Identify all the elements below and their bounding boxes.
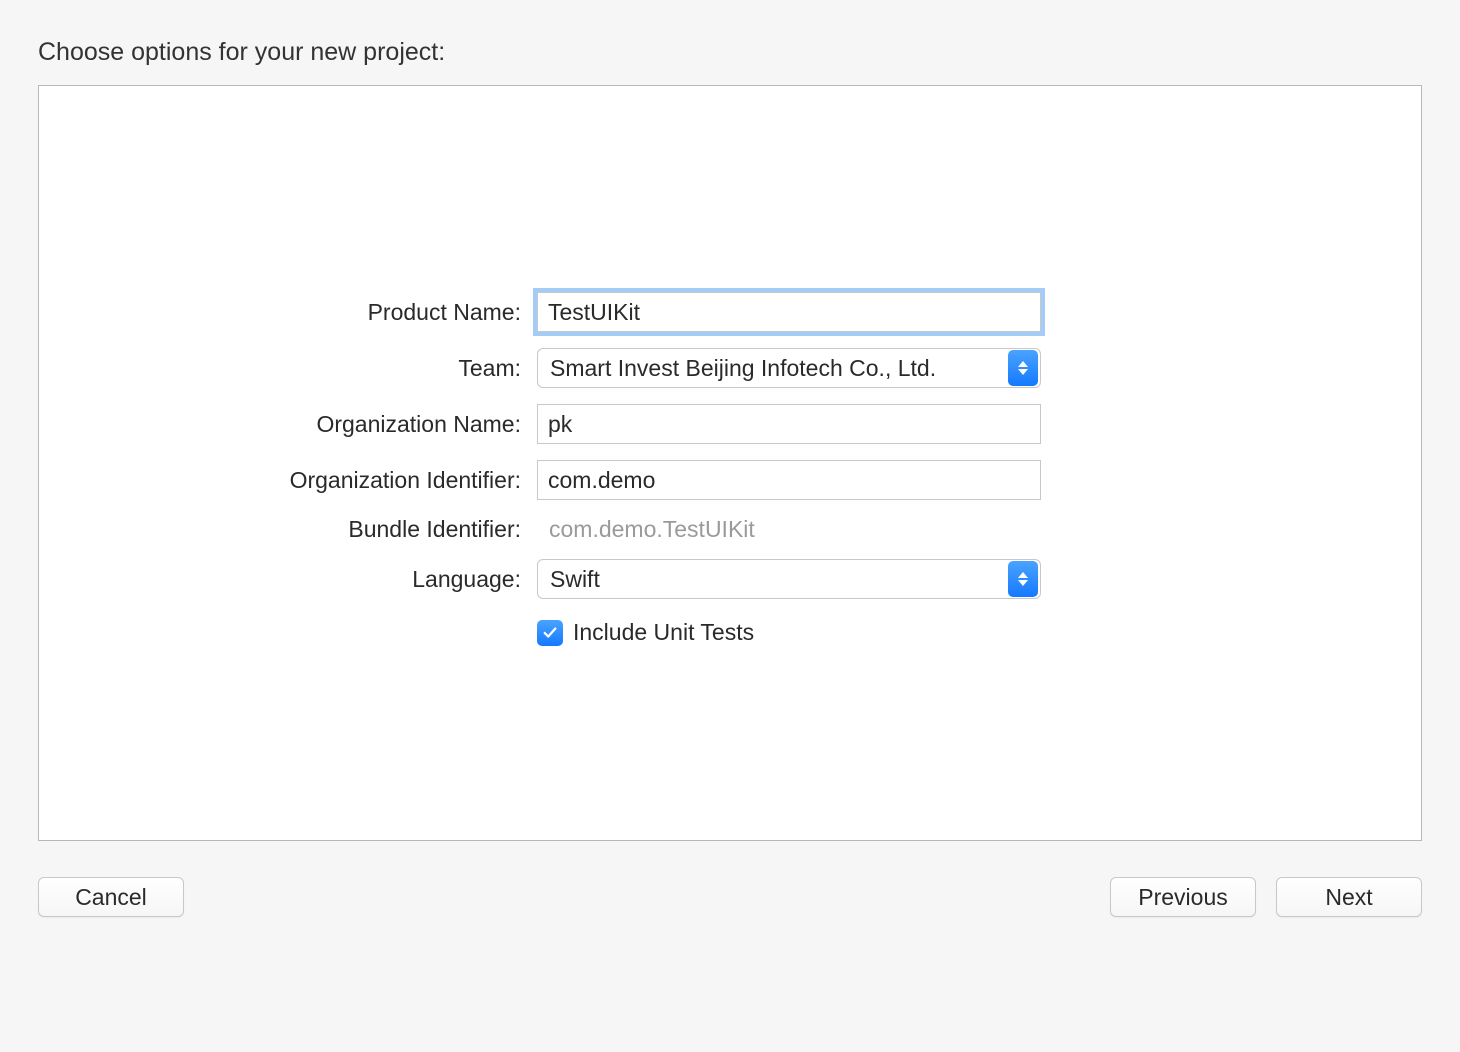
label-bundle-identifier: Bundle Identifier:	[39, 516, 537, 543]
team-select[interactable]: Smart Invest Beijing Infotech Co., Ltd.	[537, 348, 1041, 388]
row-org-name: Organization Name:	[39, 404, 1421, 444]
page-title: Choose options for your new project:	[38, 38, 1422, 67]
row-team: Team: Smart Invest Beijing Infotech Co.,…	[39, 348, 1421, 388]
row-bundle-identifier: Bundle Identifier: com.demo.TestUIKit	[39, 516, 1421, 543]
language-select-value: Swift	[550, 566, 1008, 593]
organization-name-input[interactable]	[537, 404, 1041, 444]
include-unit-tests-checkbox[interactable]	[537, 620, 563, 646]
language-select[interactable]: Swift	[537, 559, 1041, 599]
product-name-input[interactable]	[537, 292, 1041, 332]
label-team: Team:	[39, 355, 537, 382]
label-language: Language:	[39, 566, 537, 593]
updown-stepper-icon	[1008, 561, 1038, 597]
label-product-name: Product Name:	[39, 299, 537, 326]
row-language: Language: Swift	[39, 559, 1421, 599]
organization-identifier-input[interactable]	[537, 460, 1041, 500]
previous-button[interactable]: Previous	[1110, 877, 1256, 917]
checkmark-icon	[543, 626, 557, 640]
project-options-form: Product Name: Team: Smart Invest Beijing…	[39, 292, 1421, 646]
label-org-name: Organization Name:	[39, 411, 537, 438]
include-unit-tests-label: Include Unit Tests	[573, 619, 754, 646]
row-org-identifier: Organization Identifier:	[39, 460, 1421, 500]
team-select-value: Smart Invest Beijing Infotech Co., Ltd.	[550, 355, 1008, 382]
row-product-name: Product Name:	[39, 292, 1421, 332]
options-panel: Product Name: Team: Smart Invest Beijing…	[38, 85, 1422, 841]
updown-stepper-icon	[1008, 350, 1038, 386]
dialog-footer: Cancel Previous Next	[38, 877, 1422, 917]
bundle-identifier-value: com.demo.TestUIKit	[537, 516, 755, 543]
row-include-unit-tests: Include Unit Tests	[39, 615, 1421, 646]
cancel-button[interactable]: Cancel	[38, 877, 184, 917]
next-button[interactable]: Next	[1276, 877, 1422, 917]
label-org-identifier: Organization Identifier:	[39, 467, 537, 494]
